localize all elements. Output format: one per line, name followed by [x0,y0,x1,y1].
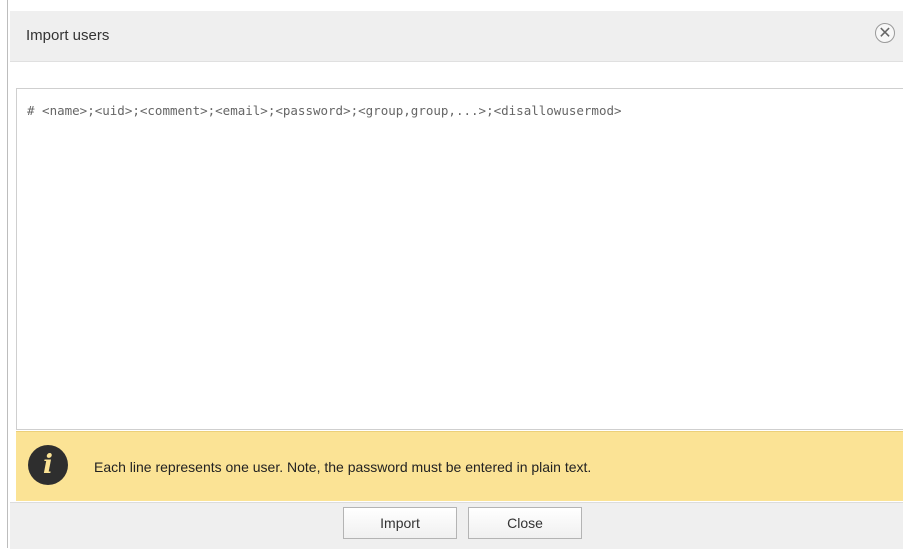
info-icon: i [28,445,68,485]
info-banner: i Each line represents one user. Note, t… [16,431,903,501]
window-edge-line [7,0,8,548]
info-message: Each line represents one user. Note, the… [94,459,592,475]
dialog-title: Import users [26,27,110,44]
close-button[interactable]: Close [468,507,582,539]
dialog-footer: Import Close [10,502,903,549]
dialog-titlebar: Import users ✕ [10,11,903,62]
import-button[interactable]: Import [343,507,457,539]
users-textarea[interactable] [17,89,903,429]
import-users-dialog: Import users ✕ i Each line represents on… [10,0,903,549]
close-icon[interactable]: ✕ [875,23,895,43]
editor-container [16,88,903,430]
